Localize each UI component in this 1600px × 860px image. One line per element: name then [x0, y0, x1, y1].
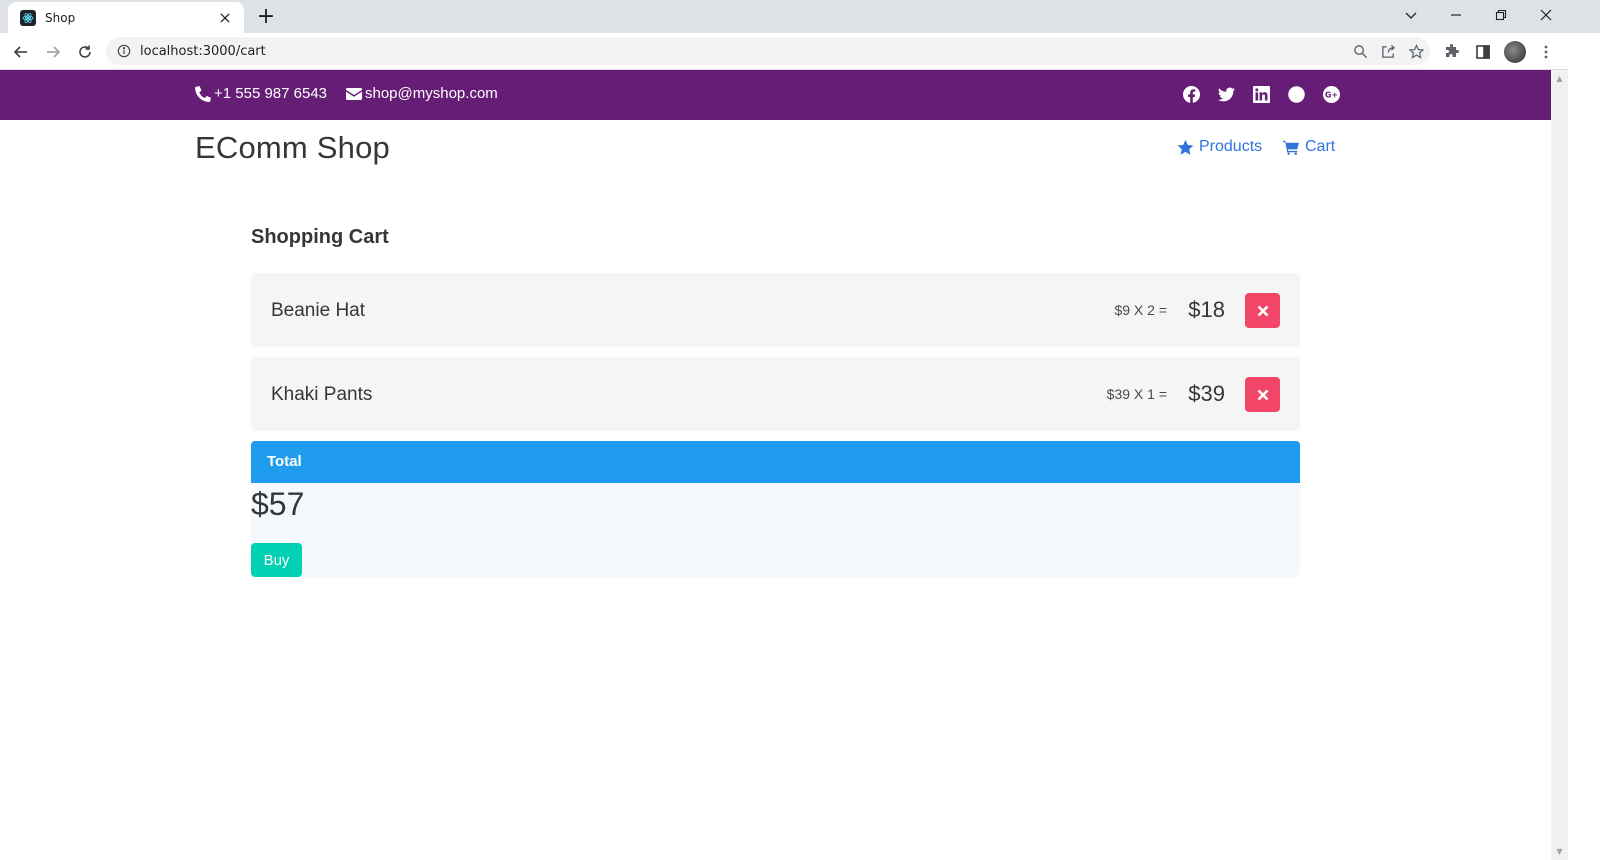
close-icon: [1257, 305, 1268, 316]
cart-item-subtotal: $18: [1188, 297, 1225, 322]
social-links: G+: [1182, 85, 1357, 103]
email-contact: shop@myshop.com: [346, 85, 498, 102]
react-favicon-icon: [20, 9, 36, 26]
phone-icon: [195, 85, 211, 102]
zoom-search-icon[interactable]: [1346, 37, 1374, 65]
cart-item-price-quantity: $9 X 2 =: [1114, 302, 1167, 318]
close-window-icon[interactable]: [1523, 0, 1569, 30]
window-edge: [1568, 33, 1600, 860]
remove-item-button[interactable]: [1245, 293, 1280, 328]
email-address: shop@myshop.com: [365, 85, 498, 102]
twitter-icon[interactable]: [1217, 85, 1235, 103]
total-header: Total: [251, 441, 1300, 483]
site-info-icon[interactable]: [116, 43, 132, 59]
phone-number: +1 555 987 6543: [214, 85, 328, 102]
linkedin-icon[interactable]: [1252, 85, 1270, 103]
envelope-icon: [346, 87, 362, 100]
google-plus-icon[interactable]: G+: [1322, 85, 1340, 103]
close-tab-icon[interactable]: [216, 9, 234, 27]
restore-icon[interactable]: [1478, 0, 1524, 30]
cart-item-subtotal: $39: [1188, 381, 1225, 406]
buy-button[interactable]: Buy: [251, 543, 302, 577]
profile-avatar[interactable]: [1504, 41, 1526, 63]
cart-item-name: Khaki Pants: [271, 384, 373, 405]
forward-arrow-icon[interactable]: [39, 38, 67, 66]
browser-menu-icon[interactable]: [1532, 38, 1560, 66]
browser-tab-strip: Shop +: [0, 0, 1600, 33]
scroll-up-arrow-icon[interactable]: ▲: [1551, 70, 1568, 87]
browser-tab-title: Shop: [45, 10, 76, 25]
url-text[interactable]: localhost:3000/cart: [140, 44, 1346, 59]
side-panel-icon[interactable]: [1469, 38, 1497, 66]
cart-item-name: Beanie Hat: [271, 300, 366, 321]
nav-products-label: Products: [1199, 138, 1263, 155]
page-viewport: +1 555 987 6543 shop@myshop.com G+ EComm: [0, 70, 1551, 860]
brand-title[interactable]: EComm Shop: [195, 130, 390, 166]
remove-item-button[interactable]: [1245, 377, 1280, 412]
cart-item-price-quantity: $39 X 1 =: [1106, 386, 1167, 402]
nav-cart-link[interactable]: Cart: [1283, 138, 1335, 156]
browser-tab[interactable]: Shop: [8, 2, 244, 33]
shopping-cart-heading: Shopping Cart: [251, 226, 389, 248]
top-contact-bar: +1 555 987 6543 shop@myshop.com G+: [0, 70, 1551, 120]
share-icon[interactable]: [1374, 37, 1402, 65]
address-bar[interactable]: localhost:3000/cart: [106, 37, 1430, 65]
phone-contact: +1 555 987 6543: [195, 85, 327, 102]
svg-text:G+: G+: [1324, 90, 1337, 99]
facebook-icon[interactable]: [1182, 85, 1200, 103]
bookmark-star-icon[interactable]: [1402, 37, 1430, 65]
new-tab-button[interactable]: +: [255, 6, 277, 28]
cart-item-row: Beanie Hat $9 X 2 = $18: [251, 273, 1300, 347]
total-amount: $57: [251, 486, 305, 522]
nav-products-link[interactable]: Products: [1177, 138, 1262, 156]
back-arrow-icon[interactable]: [7, 38, 35, 66]
star-icon: [1177, 139, 1194, 155]
browser-toolbar: localhost:3000/cart: [0, 33, 1600, 70]
nav-cart-label: Cart: [1305, 138, 1336, 155]
extensions-puzzle-icon[interactable]: [1438, 38, 1466, 66]
shopping-cart-icon: [1283, 140, 1300, 155]
minimize-icon[interactable]: [1433, 0, 1479, 30]
page-scrollbar[interactable]: ▲ ▼: [1551, 70, 1568, 860]
reload-icon[interactable]: [71, 38, 99, 66]
cart-item-row: Khaki Pants $39 X 1 = $39: [251, 357, 1300, 431]
tab-search-icon[interactable]: [1388, 0, 1434, 30]
close-icon: [1257, 389, 1268, 400]
scroll-down-arrow-icon[interactable]: ▼: [1551, 843, 1568, 860]
dribbble-icon[interactable]: [1287, 85, 1305, 103]
cart-total-panel: Total $57 Buy: [251, 441, 1300, 577]
